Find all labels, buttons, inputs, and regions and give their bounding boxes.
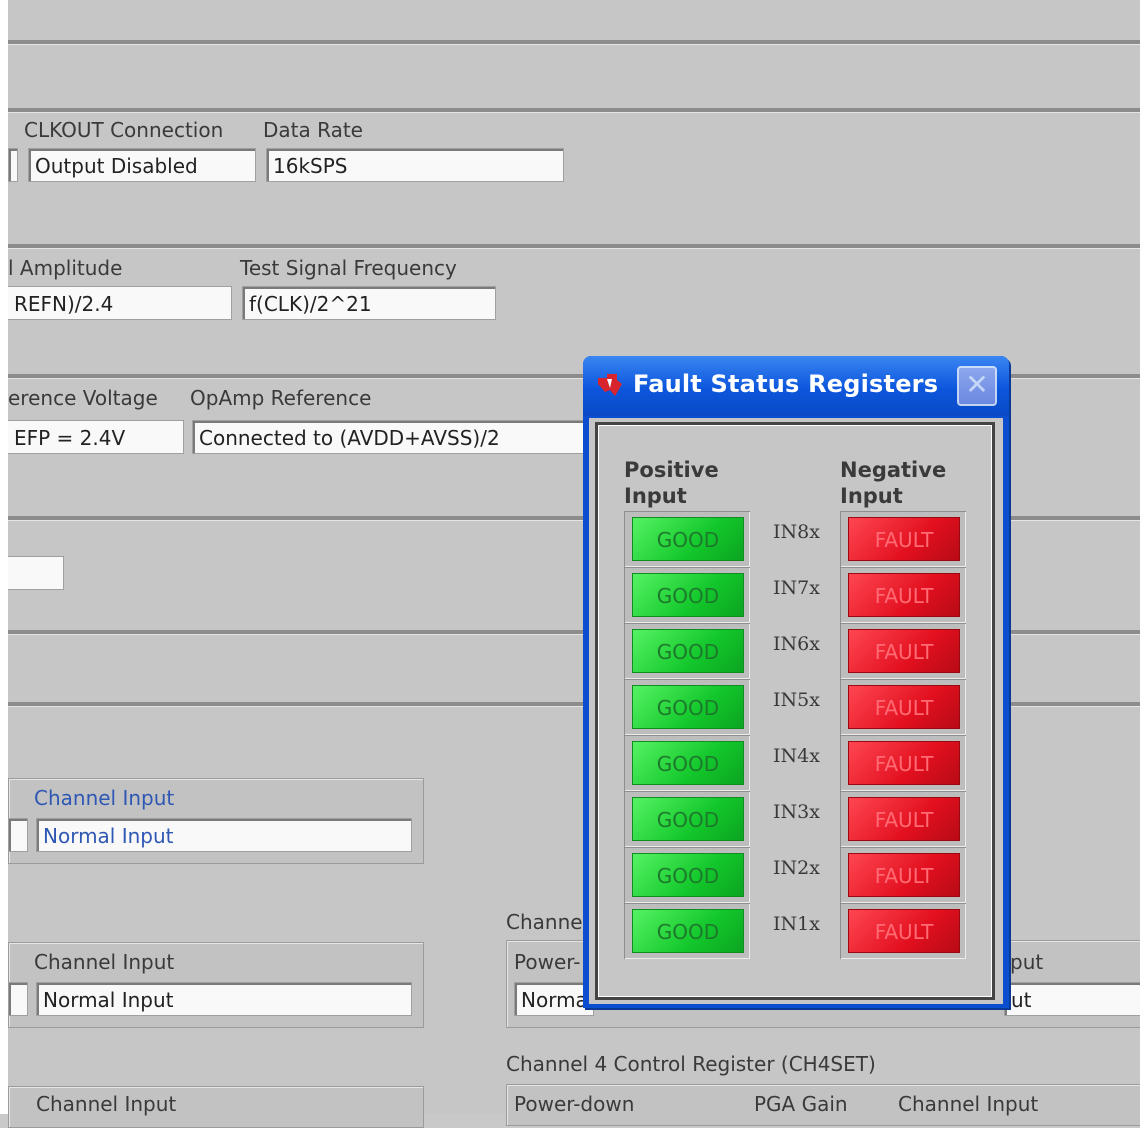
positive-led-well: GOOD [624,903,750,959]
ch4-register-heading: Channel 4 Control Register (CH4SET) [506,1052,876,1076]
window-edge [0,0,8,1114]
channel-input-select[interactable]: Normal Input [36,818,412,852]
test-frequency-label: Test Signal Frequency [240,256,457,280]
negative-led-well: FAULT [840,847,966,903]
positive-led-well: GOOD [624,679,750,735]
positive-led-well: GOOD [624,847,750,903]
data-rate-label: Data Rate [263,118,363,142]
channel-label: IN3x [773,801,820,823]
channel-input-label: put [1010,950,1044,974]
channel-label: IN7x [773,577,820,599]
channel-input-label: Channel Input [36,1092,177,1116]
positive-led-well: GOOD [624,791,750,847]
power-down-label: Power- [514,950,581,974]
negative-input-header: Negative Input [840,457,946,509]
channel-register-heading: Channel [506,910,589,934]
opamp-reference-select[interactable]: Connected to (AVDD+AVSS)/2 [192,420,584,454]
ch4-channel-input-label: Channel Input [898,1092,1039,1116]
positive-status-led: GOOD [632,517,744,561]
separator [8,244,1140,249]
negative-status-led: FAULT [848,517,960,561]
ch4-pga-gain-label: PGA Gain [754,1092,848,1116]
channel-label: IN1x [773,913,820,935]
reference-voltage-select[interactable]: EFP = 2.4V [8,420,184,454]
close-button[interactable]: ✕ [957,366,997,406]
negative-header-line2: Input [840,484,903,508]
negative-led-well: FAULT [840,791,966,847]
positive-header-line1: Positive [624,458,719,482]
test-amplitude-select[interactable]: REFN)/2.4 [8,286,232,320]
negative-status-led: FAULT [848,909,960,953]
negative-led-well: FAULT [840,567,966,623]
close-icon: ✕ [965,368,989,401]
clkout-select[interactable]: Output Disabled [28,148,256,182]
negative-led-well: FAULT [840,903,966,959]
channel-label: IN6x [773,633,820,655]
negative-led-well: FAULT [840,679,966,735]
negative-header-line1: Negative [840,458,947,482]
channel-label: IN2x [773,857,820,879]
channel-input-label: Channel Input [34,786,175,810]
channel-input-label: Channel Input [34,950,175,974]
test-frequency-select[interactable]: f(CLK)/2^21 [242,286,496,320]
negative-status-led: FAULT [848,853,960,897]
negative-led-well: FAULT [840,735,966,791]
ch4-power-down-label: Power-down [514,1092,635,1116]
channel-label: IN5x [773,689,820,711]
negative-status-led: FAULT [848,741,960,785]
test-amplitude-label: l Amplitude [8,256,123,280]
positive-led-well: GOOD [624,623,750,679]
separator [8,108,1140,113]
dialog-body: Positive Input Negative Input GOOD IN8x FA… [589,418,1003,1004]
positive-status-led: GOOD [632,629,744,673]
negative-status-led: FAULT [848,797,960,841]
positive-status-led: GOOD [632,797,744,841]
fault-status-dialog: Fault Status Registers ✕ Positive Input … [583,356,1009,1008]
channel-input-select[interactable]: ut [1004,982,1140,1016]
power-down-select[interactable]: Norma [514,982,594,1016]
dialog-titlebar[interactable]: Fault Status Registers ✕ [583,356,1009,416]
channel-input-select[interactable]: Normal Input [36,982,412,1016]
positive-status-led: GOOD [632,685,744,729]
channel-label: IN4x [773,745,820,767]
negative-status-led: FAULT [848,629,960,673]
negative-status-led: FAULT [848,685,960,729]
positive-header-line2: Input [624,484,687,508]
channel-label: IN8x [773,521,820,543]
partial-field[interactable] [8,818,28,852]
partial-field[interactable] [8,148,18,182]
negative-status-led: FAULT [848,573,960,617]
positive-status-led: GOOD [632,909,744,953]
data-rate-select[interactable]: 16kSPS [266,148,564,182]
separator [8,40,1140,45]
positive-status-led: GOOD [632,741,744,785]
reference-voltage-label: erence Voltage [8,386,158,410]
negative-led-well: FAULT [840,623,966,679]
partial-field[interactable] [8,556,64,590]
dialog-title: Fault Status Registers [633,370,939,398]
positive-led-well: GOOD [624,511,750,567]
positive-status-led: GOOD [632,853,744,897]
positive-led-well: GOOD [624,735,750,791]
opamp-reference-label: OpAmp Reference [190,386,372,410]
positive-status-led: GOOD [632,573,744,617]
fault-panel: Positive Input Negative Input GOOD IN8x FA… [595,422,995,1000]
clkout-label: CLKOUT Connection [24,118,224,142]
positive-led-well: GOOD [624,567,750,623]
ti-logo-icon [598,374,622,396]
positive-input-header: Positive Input [624,457,719,509]
negative-led-well: FAULT [840,511,966,567]
partial-field[interactable] [8,982,28,1016]
